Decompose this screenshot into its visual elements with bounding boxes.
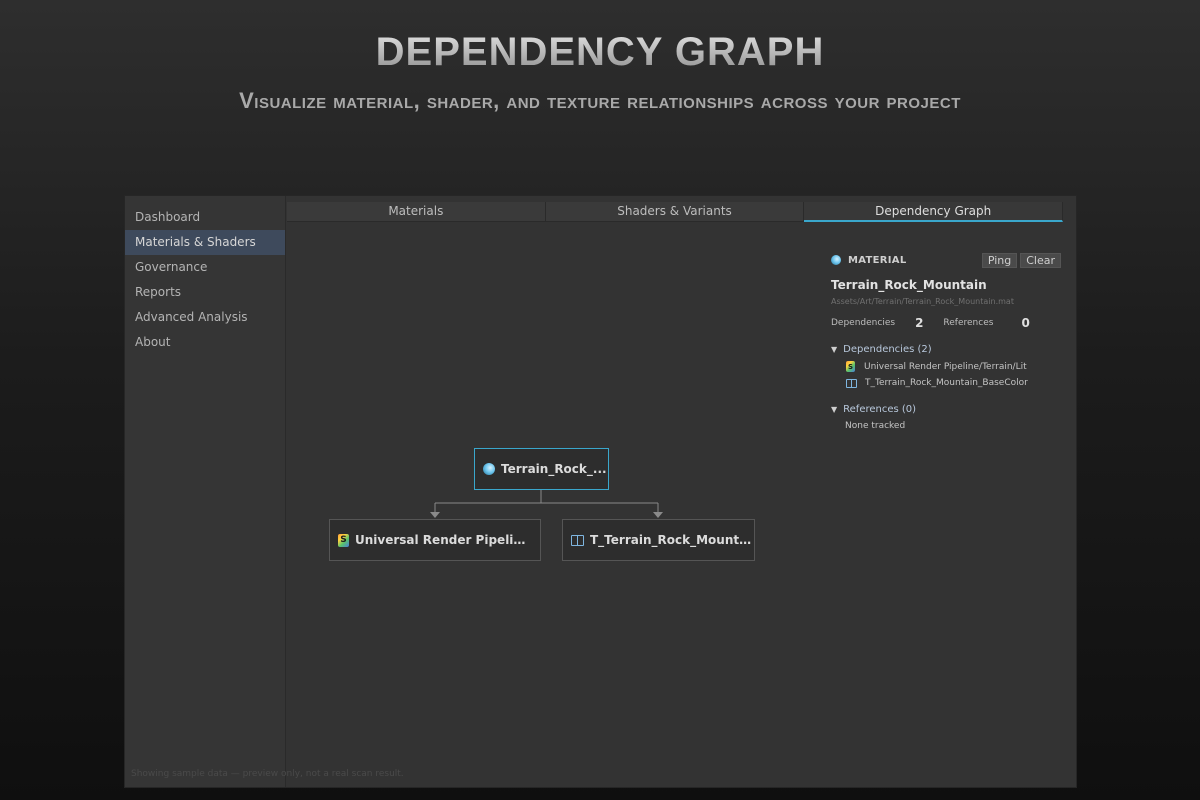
chevron-down-icon: ▼ xyxy=(831,345,838,354)
dependency-item-label: Universal Render Pipeline/Terrain/Lit xyxy=(864,361,1027,372)
graph-edges xyxy=(430,490,663,518)
tab-shaders-variants[interactable]: Shaders & Variants xyxy=(545,202,805,222)
dependencies-count: 2 xyxy=(915,316,924,330)
graph-node-label: Universal Render Pipeline/T... xyxy=(355,533,530,547)
sidebar-item-materials-shaders[interactable]: Materials & Shaders xyxy=(125,230,285,255)
references-count: 0 xyxy=(1021,316,1030,330)
clear-button[interactable]: Clear xyxy=(1020,252,1061,268)
inspector-asset-path: Assets/Art/Terrain/Terrain_Rock_Mountain… xyxy=(831,297,1014,306)
sidebar-item-dashboard[interactable]: Dashboard xyxy=(125,205,285,230)
hero-subtitle: Visualize material, shader, and texture … xyxy=(239,88,961,113)
sidebar-item-about[interactable]: About xyxy=(125,330,285,355)
dependencies-section-toggle[interactable]: ▼ Dependencies (2) xyxy=(831,344,1061,355)
edge-arrow-shader xyxy=(430,512,440,518)
references-label: References xyxy=(943,318,994,328)
sidebar: Dashboard Materials & Shaders Governance… xyxy=(125,196,286,787)
tab-bar: Materials Shaders & Variants Dependency … xyxy=(287,202,1064,222)
tab-materials[interactable]: Materials xyxy=(287,202,546,222)
graph-canvas[interactable]: Terrain_Rock_... S Universal Render Pipe… xyxy=(287,224,827,787)
chevron-down-icon: ▼ xyxy=(831,405,838,414)
tab-dependency-graph[interactable]: Dependency Graph xyxy=(804,202,1064,222)
graph-node-label: T_Terrain_Rock_Mountai... xyxy=(590,533,754,547)
inspector-stats: Dependencies 2 References 0 xyxy=(831,316,1061,330)
inspector-panel: MATERIAL Ping Clear Terrain_Rock_Mountai… xyxy=(831,252,1061,431)
shader-icon: S xyxy=(338,533,349,547)
edge-arrow-texture xyxy=(653,512,663,518)
texture-icon xyxy=(846,378,857,388)
sidebar-item-advanced-analysis[interactable]: Advanced Analysis xyxy=(125,305,285,330)
dependency-item-label: T_Terrain_Rock_Mountain_BaseColor xyxy=(865,378,1028,388)
shader-icon: S xyxy=(846,361,855,372)
inspector-kind: MATERIAL xyxy=(848,254,907,266)
material-sphere-icon xyxy=(831,255,841,265)
dependency-item-texture[interactable]: T_Terrain_Rock_Mountain_BaseColor xyxy=(831,378,1061,388)
ping-button[interactable]: Ping xyxy=(981,252,1018,268)
graph-node-texture[interactable]: T_Terrain_Rock_Mountai... xyxy=(562,519,755,561)
app-window: Dashboard Materials & Shaders Governance… xyxy=(124,195,1077,788)
inspector-header: MATERIAL Ping Clear xyxy=(831,252,1061,268)
graph-node-label: Terrain_Rock_... xyxy=(501,462,607,476)
sidebar-item-governance[interactable]: Governance xyxy=(125,255,285,280)
references-section-toggle[interactable]: ▼ References (0) xyxy=(831,404,1061,415)
graph-node-root-material[interactable]: Terrain_Rock_... xyxy=(474,448,609,490)
references-empty-text: None tracked xyxy=(845,421,906,431)
references-section-title: References (0) xyxy=(843,404,917,415)
dependency-item-shader[interactable]: S Universal Render Pipeline/Terrain/Lit xyxy=(831,361,1061,372)
dependencies-label: Dependencies xyxy=(831,318,896,328)
footer-note: Showing sample data — preview only, not … xyxy=(131,769,404,779)
graph-node-shader[interactable]: S Universal Render Pipeline/T... xyxy=(329,519,541,561)
hero-title: Dependency Graph xyxy=(0,30,1200,75)
sidebar-item-reports[interactable]: Reports xyxy=(125,280,285,305)
material-sphere-icon xyxy=(483,463,495,475)
dependencies-section-title: Dependencies (2) xyxy=(843,344,932,355)
texture-icon xyxy=(571,534,584,546)
inspector-asset-name: Terrain_Rock_Mountain xyxy=(831,278,987,292)
